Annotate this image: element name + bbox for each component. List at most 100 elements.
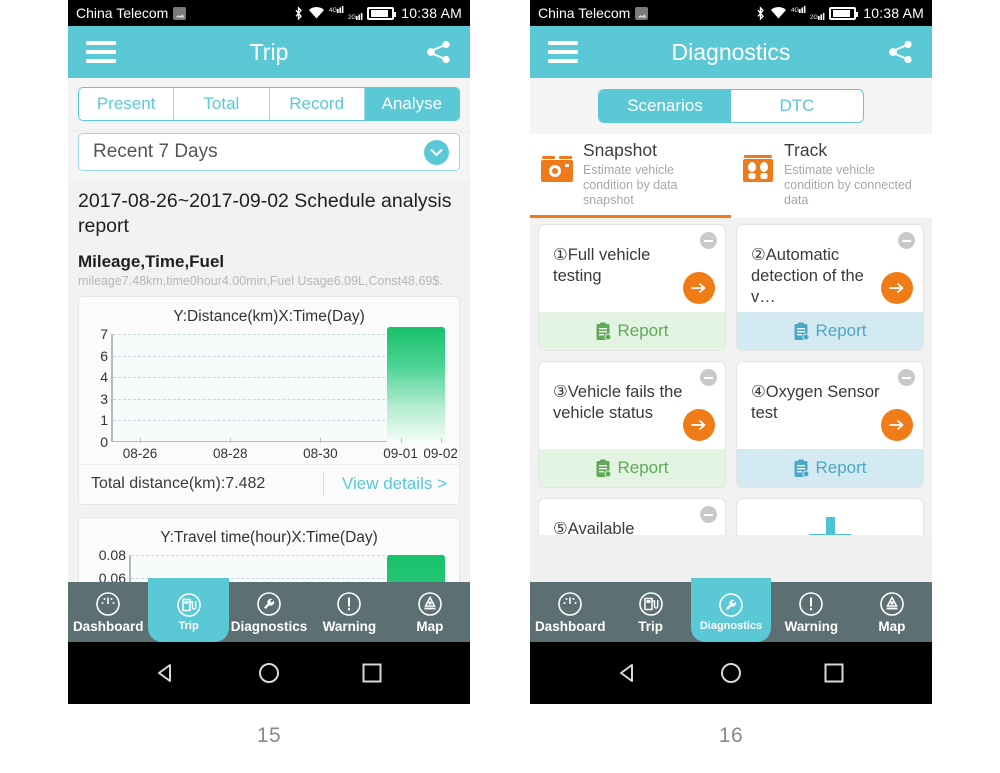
- nav-item-map[interactable]: Map: [852, 582, 932, 642]
- status-bar: China Telecom 4G 2G 10:38 AM: [530, 0, 932, 26]
- remove-scenario-icon[interactable]: [700, 232, 717, 249]
- wifi-icon: [309, 7, 325, 19]
- x-axis-tick-label: 08-30: [303, 446, 338, 461]
- gauge-icon: [96, 591, 121, 616]
- bluetooth-icon: [295, 5, 303, 20]
- carrier-area: China Telecom: [538, 5, 649, 21]
- recents-square-icon[interactable]: [359, 660, 385, 686]
- back-triangle-icon[interactable]: [615, 660, 641, 686]
- carrier-label: China Telecom: [76, 5, 169, 21]
- signal-4g-icon: 4G: [791, 6, 806, 14]
- mode-description: Estimate vehicle condition by data snaps…: [583, 163, 678, 207]
- nav-item-warning[interactable]: Warning: [771, 582, 851, 642]
- x-axis-tick-label: 08-26: [122, 446, 158, 461]
- map-pin-icon: [880, 591, 904, 616]
- scenario-report-button[interactable]: Report: [539, 449, 725, 487]
- mode-text: Snapshot Estimate vehicle condition by d…: [583, 140, 723, 208]
- run-scenario-arrow-icon[interactable]: [881, 272, 913, 304]
- remove-scenario-icon[interactable]: [700, 506, 717, 523]
- mode-track[interactable]: Track Estimate vehicle condition by conn…: [731, 134, 932, 218]
- chevron-down-icon[interactable]: [424, 139, 449, 165]
- wrench-icon: [719, 593, 743, 617]
- run-scenario-arrow-icon[interactable]: [683, 409, 715, 441]
- run-scenario-arrow-icon[interactable]: [683, 272, 715, 304]
- gauge-icon: [558, 591, 583, 616]
- nav-label: Trip: [638, 618, 663, 634]
- date-range-value: Recent 7 Days: [93, 141, 218, 162]
- y-axis-tick-label: 7: [100, 326, 108, 342]
- chart-card-distance: Y:Distance(km)X:Time(Day) 764310 08-26 08…: [78, 296, 460, 505]
- remove-scenario-icon[interactable]: [898, 232, 915, 249]
- nav-item-warning[interactable]: Warning: [309, 582, 389, 642]
- scenario-card[interactable]: ③Vehicle fails the vehicle status Report: [538, 361, 726, 488]
- home-circle-icon[interactable]: [718, 660, 744, 686]
- bottom-navigation: Dashboard Trip Diagnostics Warning Map: [530, 578, 932, 642]
- scenario-card[interactable]: ②Automatic detection of the v… Report: [736, 224, 924, 351]
- fuel-pump-icon: [638, 591, 663, 616]
- tab-record[interactable]: Record: [270, 88, 365, 120]
- back-triangle-icon[interactable]: [153, 660, 179, 686]
- tab-total[interactable]: Total: [174, 88, 270, 120]
- report-section-summary: mileage7.48km,time0hour4.00min,Fuel Usag…: [78, 274, 443, 288]
- x-axis-tick-mark: [140, 438, 142, 443]
- share-icon[interactable]: [888, 40, 914, 64]
- nav-label: Dashboard: [72, 618, 144, 634]
- y-axis-line: [111, 334, 113, 442]
- figure-caption-right: 16: [718, 724, 744, 747]
- svg-text:4G: 4G: [329, 8, 337, 14]
- report-section-heading: Mileage,Time,Fuel: [78, 252, 225, 271]
- status-bar: China Telecom 4G 2G 10:38 AM: [68, 0, 470, 26]
- view-details-link[interactable]: View details >: [324, 474, 447, 494]
- report-label: Report: [815, 321, 867, 340]
- scenario-report-button[interactable]: Report: [737, 449, 923, 487]
- remove-scenario-icon[interactable]: [898, 369, 915, 386]
- nav-item-trip[interactable]: Trip: [148, 578, 229, 642]
- tab-dtc[interactable]: DTC: [731, 90, 863, 122]
- nav-label: Trip: [178, 620, 199, 632]
- app-bar: Diagnostics: [530, 26, 932, 78]
- sim-card-icon: [173, 6, 187, 20]
- share-icon[interactable]: [426, 40, 452, 64]
- exclamation-icon: [799, 591, 824, 616]
- x-axis-tick-mark: [230, 438, 232, 443]
- add-scenario-card[interactable]: Add diagnostic Scenarios: [736, 498, 924, 535]
- home-circle-icon[interactable]: [256, 660, 282, 686]
- hamburger-icon[interactable]: [548, 36, 578, 68]
- scenario-grid: ①Full vehicle testing Report ②Automatic …: [530, 218, 932, 535]
- nav-item-diagnostics[interactable]: Diagnostics: [229, 582, 309, 642]
- nav-item-dashboard[interactable]: Dashboard: [68, 582, 148, 642]
- scenario-card[interactable]: ①Full vehicle testing Report: [538, 224, 726, 351]
- nav-item-diagnostics[interactable]: Diagnostics: [690, 578, 772, 642]
- footprints-icon: [743, 155, 773, 182]
- bottom-navigation: Dashboard Trip Diagnostics Warning Map: [68, 578, 470, 642]
- scenario-card[interactable]: ⑤Available sensors detect th… Report: [538, 498, 726, 535]
- trip-tabs: Present Total Record Analyse: [78, 87, 460, 121]
- chart-title: Y:Travel time(hour)X:Time(Day): [160, 529, 378, 546]
- x-axis-tick-label: 08-28: [212, 446, 248, 461]
- mode-name: Track: [784, 140, 828, 160]
- nav-item-map[interactable]: Map: [390, 582, 470, 642]
- x-axis-tick-mark: [320, 438, 322, 443]
- tab-present[interactable]: Present: [79, 88, 175, 120]
- report-label: Report: [617, 458, 669, 477]
- report-icon: [596, 459, 612, 477]
- page-title: Diagnostics: [671, 38, 791, 65]
- date-range-dropdown[interactable]: Recent 7 Days: [78, 133, 460, 171]
- scenario-card[interactable]: ④Oxygen Sensor test Report: [736, 361, 924, 488]
- remove-scenario-icon[interactable]: [700, 369, 717, 386]
- tab-analyse[interactable]: Analyse: [364, 88, 459, 120]
- total-distance-label: Total distance(km):7.482: [91, 475, 266, 492]
- tab-scenarios[interactable]: Scenarios: [599, 90, 731, 122]
- recents-square-icon[interactable]: [821, 660, 847, 686]
- scenario-report-button[interactable]: Report: [737, 312, 923, 350]
- nav-item-trip[interactable]: Trip: [610, 582, 690, 642]
- nav-item-dashboard[interactable]: Dashboard: [530, 582, 610, 642]
- scenario-report-button[interactable]: Report: [539, 312, 725, 350]
- range-selector-container: Recent 7 Days: [68, 133, 470, 180]
- mode-selector: Snapshot Estimate vehicle condition by d…: [530, 134, 932, 218]
- sim-card-icon: [635, 6, 649, 20]
- mode-snapshot[interactable]: Snapshot Estimate vehicle condition by d…: [530, 134, 731, 218]
- figure-caption-left: 15: [256, 724, 282, 747]
- run-scenario-arrow-icon[interactable]: [881, 409, 913, 441]
- hamburger-icon[interactable]: [86, 36, 116, 68]
